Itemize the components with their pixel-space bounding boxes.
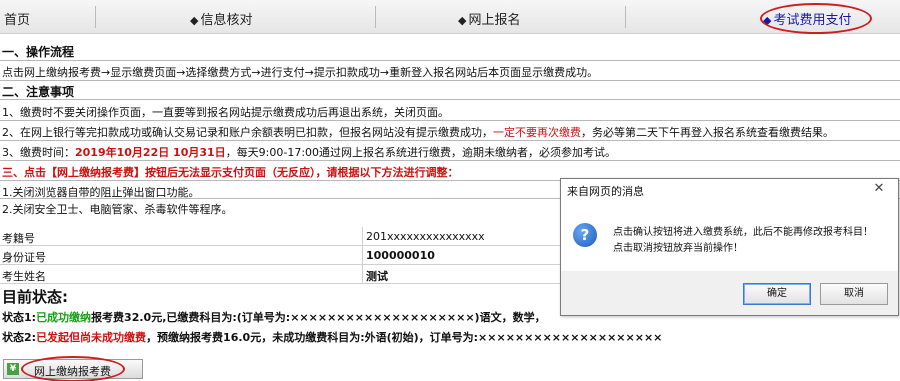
process-text: 点击网上缴纳报考费→显示缴费页面→选择缴费方式→进行支付→提示扣款成功→重新登入…: [2, 66, 599, 79]
notes-heading: 二、注意事项: [2, 85, 75, 99]
info-row-id: 身份证号 100000010: [0, 246, 560, 265]
cancel-button[interactable]: 取消: [820, 283, 888, 305]
question-icon: ?: [573, 223, 597, 247]
highlight-circle: [760, 3, 872, 34]
note-2: 2、在网上银行等完扣款成功或确认交易记录和账户余额表明已扣款，但报名网站没有提示…: [2, 124, 834, 140]
nav-info-check-label: 信息核对: [200, 13, 253, 28]
status-2-badge: 已发起但尚未成功缴费: [36, 331, 147, 344]
status-title: 目前状态:: [2, 288, 68, 306]
fix-2: 2.关闭安全卫士、电脑管家、杀毒软件等程序。: [2, 203, 233, 216]
status-1-prefix: 状态1:: [2, 311, 37, 324]
nav-info-check[interactable]: ◆ 信息核对: [190, 9, 252, 28]
close-icon[interactable]: ✕: [866, 180, 892, 198]
dialog-body: ? 点击确认按钮将进入缴费系统，此后不能再修改报考科目！ 点击取消按钮放弃当前操…: [561, 199, 898, 271]
ok-button[interactable]: 确定: [743, 283, 811, 305]
id-label: 身份证号: [2, 251, 46, 264]
note-3-part-a: 3、缴费时间：: [2, 146, 75, 159]
note-3-date: 2019年10月22日 10月31日: [75, 146, 226, 159]
note-3: 3、缴费时间：2019年10月22日 10月31日，每天9:00-17:00通过…: [2, 144, 616, 160]
third-heading: 三、点击【网上缴纳报考费】按钮后无法显示支付页面（无反应），请根据以下方法进行调…: [2, 166, 459, 179]
diamond-icon: ◆: [458, 14, 467, 27]
divider: [0, 80, 900, 81]
highlight-circle: [21, 356, 125, 381]
dialog-message-1: 点击确认按钮将进入缴费系统，此后不能再修改报考科目！: [613, 227, 873, 238]
name-label: 考生姓名: [2, 270, 46, 283]
status-1-text: 报考费32.0元,已缴费科目为:(订单号为:××××××××××××××××××…: [91, 311, 546, 324]
status-1: 状态1:已成功缴纳报考费32.0元,已缴费科目为:(订单号为:×××××××××…: [2, 309, 546, 325]
divider: [0, 120, 900, 121]
dialog-title: 来自网页的消息: [567, 185, 644, 198]
cell-divider: [362, 246, 363, 265]
confirm-dialog: 来自网页的消息 ✕ ? 点击确认按钮将进入缴费系统，此后不能再修改报考科目！ 点…: [560, 178, 899, 316]
note-2-part-a: 2、在网上银行等完扣款成功或确认交易记录和账户余额表明已扣款，但报名网站没有提示…: [2, 126, 493, 139]
pay-icon: ¥: [7, 363, 19, 375]
dialog-titlebar: 来自网页的消息 ✕: [561, 179, 898, 199]
dialog-message-2: 点击取消按钮放弃当前操作！: [613, 243, 743, 254]
info-row-exam-no: 考籍号 201xxxxxxxxxxxxxxx: [0, 227, 560, 246]
status-2: 状态2:已发起但尚未成功缴费，预缴纳报考费16.0元，未成功缴费科目为:外语(初…: [2, 329, 662, 345]
id-value: 100000010: [366, 249, 435, 262]
divider: [0, 140, 900, 141]
info-row-name: 考生姓名 测试: [0, 265, 560, 284]
status-2-prefix: 状态2:: [2, 331, 37, 344]
cell-divider: [362, 265, 363, 284]
note-2-warning: 一定不要再次缴费: [493, 126, 581, 139]
divider: [0, 160, 900, 161]
note-3-part-b: ，每天9:00-17:00通过网上报名系统进行缴费，逾期未缴纳者，必须参加考试。: [225, 146, 617, 159]
nav-home[interactable]: 首页: [4, 9, 30, 28]
exam-no-value: 201xxxxxxxxxxxxxxx: [366, 230, 485, 243]
nav-separator: [375, 6, 376, 28]
nav-online-reg[interactable]: ◆ 网上报名: [458, 9, 520, 28]
nav-separator: [95, 6, 96, 28]
nav-separator: [625, 6, 626, 28]
status-1-badge: 已成功缴纳: [36, 311, 92, 324]
note-1: 1、缴费时不要关闭操作页面，一直要等到报名网站提示缴费成功后再退出系统，关闭页面…: [2, 106, 449, 119]
status-2-text: ，预缴纳报考费16.0元，未成功缴费科目为:外语(初始)，订单号为:××××××…: [146, 331, 663, 344]
diamond-icon: ◆: [190, 14, 199, 27]
name-value: 测试: [366, 270, 388, 283]
divider: [0, 60, 900, 61]
divider: [0, 99, 900, 100]
note-2-part-b: ，务必等第二天下午再登入报名系统查看缴费结果。: [581, 126, 834, 139]
exam-no-label: 考籍号: [2, 232, 35, 245]
nav-online-reg-label: 网上报名: [468, 13, 521, 28]
process-heading: 一、操作流程: [2, 45, 75, 59]
cell-divider: [362, 227, 363, 246]
